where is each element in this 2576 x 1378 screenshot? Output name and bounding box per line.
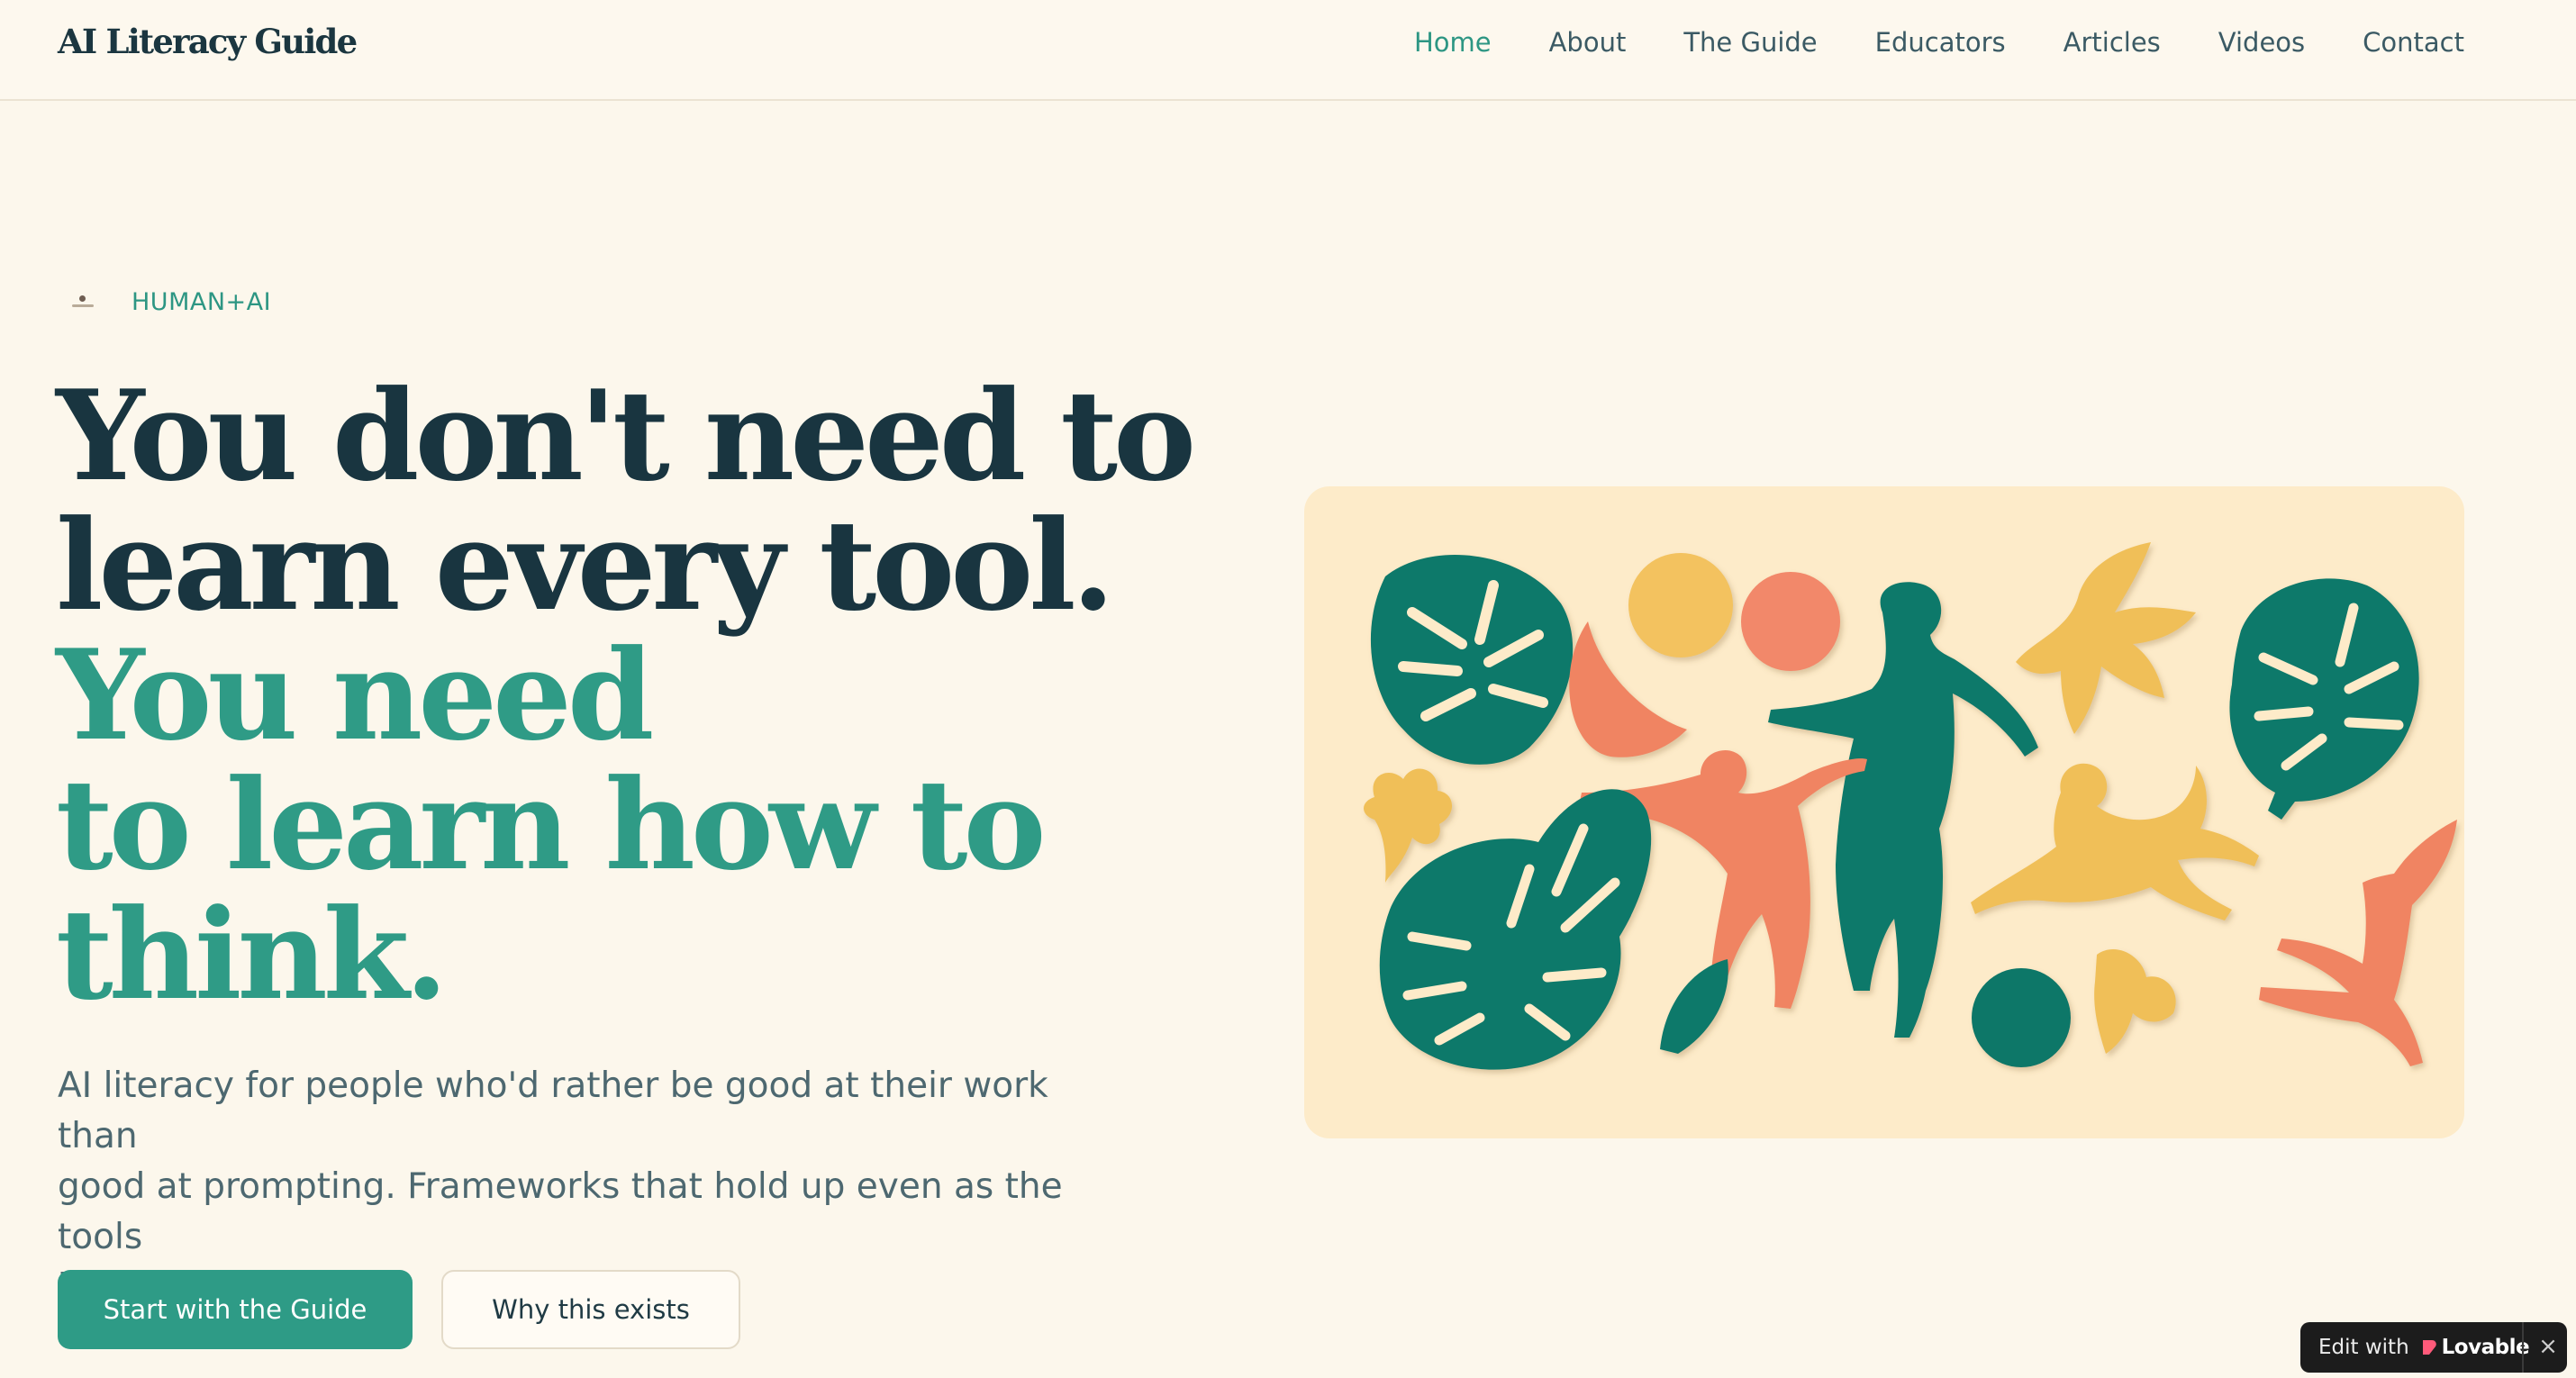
- hero-eyebrow: HUMAN+AI: [65, 285, 271, 319]
- headline-line-4: to learn how to: [56, 751, 1047, 898]
- person-icon: [65, 285, 99, 319]
- nav-item-videos[interactable]: Videos: [2218, 27, 2305, 58]
- nav-item-home[interactable]: Home: [1414, 27, 1492, 58]
- headline-line-3: You need: [56, 621, 654, 768]
- why-this-exists-button[interactable]: Why this exists: [441, 1270, 740, 1349]
- badge-prefix: Edit with: [2318, 1336, 2409, 1359]
- headline-line-2: learn every tool.: [56, 492, 1115, 639]
- paper-cut-collage-image: [1364, 542, 2457, 1070]
- nav-item-contact[interactable]: Contact: [2363, 27, 2464, 58]
- site-logo[interactable]: AI Literacy Guide: [58, 22, 358, 61]
- page: AI Literacy Guide Home About The Guide E…: [0, 0, 2576, 1378]
- edit-with-lovable-badge[interactable]: Edit with Lovable ×: [2300, 1322, 2567, 1373]
- nav-item-about[interactable]: About: [1549, 27, 1627, 58]
- hero-illustration: [1304, 486, 2464, 1138]
- eyebrow-label: HUMAN+AI: [132, 287, 272, 316]
- hero-headline: You don't need to learn every tool. You …: [56, 362, 1196, 1028]
- close-icon[interactable]: ×: [2535, 1333, 2562, 1360]
- nav-item-educators[interactable]: Educators: [1875, 27, 2006, 58]
- nav-item-the-guide[interactable]: The Guide: [1683, 27, 1817, 58]
- badge-brand: Lovable: [2441, 1336, 2530, 1359]
- heart-icon: [2420, 1338, 2438, 1356]
- headline-line-5: think.: [56, 881, 449, 1028]
- nav-links: Home About The Guide Educators Articles …: [1414, 27, 2464, 58]
- nav-item-articles[interactable]: Articles: [2064, 27, 2161, 58]
- badge-divider: [2522, 1322, 2524, 1373]
- headline-line-1: You don't need to: [56, 362, 1196, 509]
- top-navigation: AI Literacy Guide Home About The Guide E…: [0, 0, 2576, 101]
- start-guide-button[interactable]: Start with the Guide: [58, 1270, 413, 1349]
